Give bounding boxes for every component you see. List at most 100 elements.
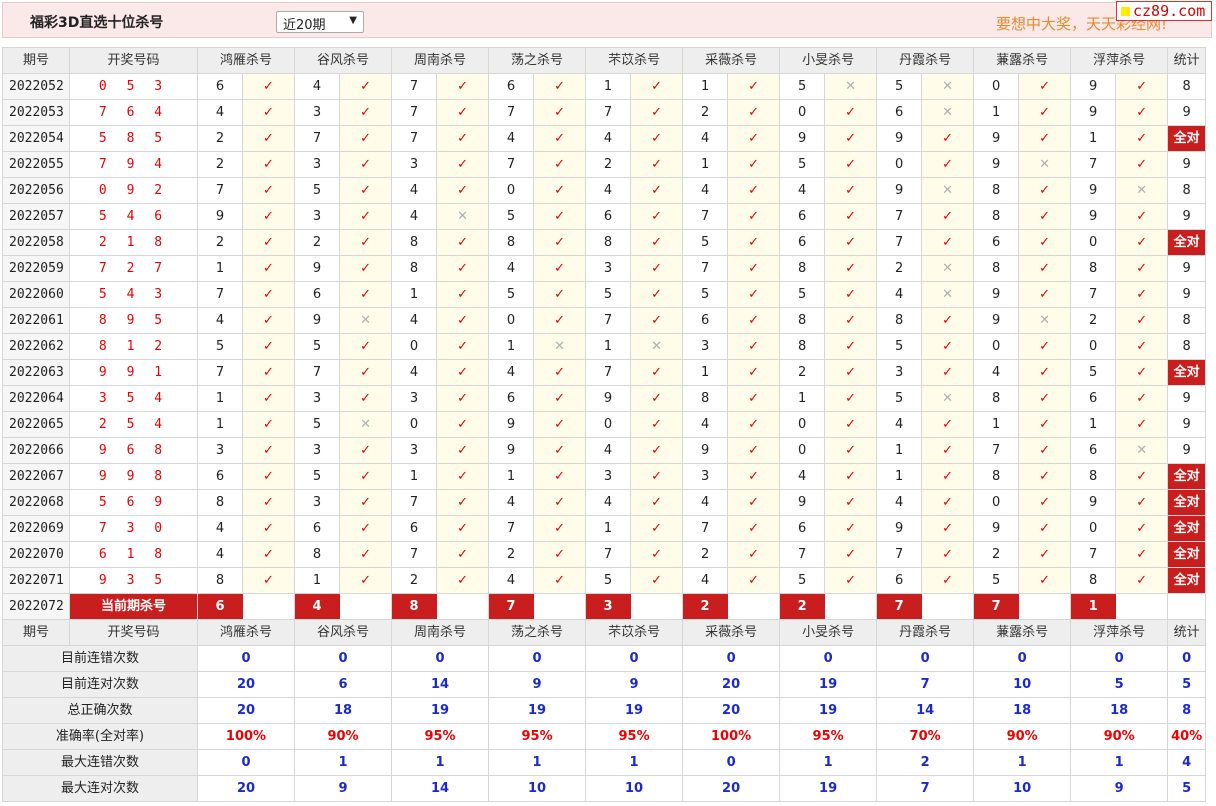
kill-number-cell: 9	[585, 385, 632, 412]
kill-number-cell: 1	[779, 385, 826, 412]
kill-number-cell: 9	[1070, 73, 1117, 100]
check-icon: ✓	[1018, 177, 1072, 204]
kill-number-cell: 6	[779, 515, 826, 542]
kill-number-cell: 2	[682, 541, 729, 568]
table-row: 2022060 5 4 3 7 ✓ 6 ✓ 1 ✓ 5 ✓ 5 ✓ 5 ✓ 5 ✓ 4 ✕ 9 ✓ 7 ✓ 9	[2, 281, 1207, 308]
check-icon: ✓	[533, 281, 587, 308]
check-icon: ✓	[436, 463, 490, 490]
check-icon: ✓	[921, 515, 975, 542]
check-icon: ✓	[921, 333, 975, 360]
winning-number-cell: 5 8 5	[69, 125, 198, 152]
check-icon: ✓	[533, 385, 587, 412]
check-icon: ✓	[339, 489, 393, 516]
kill-number-cell: 0	[391, 411, 438, 438]
period-range-select[interactable]: 近20期 ▼	[276, 11, 364, 33]
stats-label: 最大连错次数	[2, 749, 198, 776]
cross-icon: ✕	[533, 333, 587, 360]
kill-number-cell: 6	[197, 73, 243, 100]
kill-number-cell: 4	[197, 515, 243, 542]
check-icon: ✓	[436, 489, 490, 516]
top-bar: 福彩3D直选十位杀号 近20期 ▼ 要想中大奖，天天彩经网!	[2, 2, 1212, 38]
check-icon: ✓	[1018, 73, 1072, 100]
check-icon: ✓	[727, 463, 781, 490]
check-icon: ✓	[921, 359, 975, 386]
check-icon: ✓	[727, 229, 781, 256]
cross-icon: ✕	[630, 333, 684, 360]
check-icon: ✓	[241, 541, 296, 568]
all-correct-badge: 全对	[1167, 541, 1207, 568]
stats-value: 90%	[294, 723, 393, 750]
check-icon: ✓	[921, 307, 975, 334]
check-icon: ✓	[824, 281, 878, 308]
kill-number-cell: 2	[197, 229, 243, 256]
kill-number-cell: 0	[973, 333, 1020, 360]
cross-icon: ✕	[1115, 177, 1169, 204]
current-kill-number: 7	[973, 593, 1020, 620]
check-icon: ✓	[630, 359, 684, 386]
kill-number-cell: 7	[391, 73, 438, 100]
kill-number-cell: 8	[197, 489, 243, 516]
table-row: 2022059 7 2 7 1 ✓ 9 ✓ 8 ✓ 4 ✓ 3 ✓ 7 ✓ 8 ✓ 2 ✕ 8 ✓ 8 ✓ 9	[2, 255, 1207, 282]
check-icon: ✓	[241, 515, 296, 542]
period-range-value: 近20期	[283, 18, 326, 33]
check-icon: ✓	[533, 73, 587, 100]
stats-label: 准确率(全对率)	[2, 723, 198, 750]
check-icon: ✓	[339, 151, 393, 178]
kill-number-cell: 4	[488, 359, 535, 386]
check-icon: ✓	[1115, 411, 1169, 438]
check-icon: ✓	[241, 567, 296, 594]
kill-number-cell: 8	[876, 307, 923, 334]
kill-number-cell: 8	[779, 255, 826, 282]
table-row: 2022069 7 3 0 4 ✓ 6 ✓ 6 ✓ 7 ✓ 1 ✓ 7 ✓ 6 ✓ 9 ✓ 9 ✓ 0 ✓ 全对	[2, 515, 1207, 542]
check-icon: ✓	[921, 411, 975, 438]
kill-number-cell: 5	[876, 73, 923, 100]
site-logo[interactable]: cz89.com	[1116, 1, 1213, 21]
stat-cell: 8	[1167, 307, 1207, 334]
stats-value: 95%	[391, 723, 490, 750]
kill-number-cell: 4	[779, 463, 826, 490]
kill-number-cell: 3	[682, 463, 729, 490]
cross-icon: ✕	[1018, 151, 1072, 178]
kill-number-cell: 9	[1070, 99, 1117, 126]
kill-number-cell: 7	[197, 177, 243, 204]
kill-number-cell: 9	[1070, 203, 1117, 230]
stats-value: 19	[488, 697, 587, 724]
kill-number-cell: 7	[682, 203, 729, 230]
stats-total: 5	[1167, 671, 1207, 698]
col-header-expert: 采薇杀号	[682, 619, 781, 646]
kill-number-cell: 3	[391, 437, 438, 464]
winning-number-cell: 8 9 5	[69, 307, 198, 334]
check-icon: ✓	[436, 333, 490, 360]
stats-value: 9	[1070, 775, 1169, 802]
check-icon: ✓	[727, 73, 781, 100]
check-icon: ✓	[727, 307, 781, 334]
kill-number-cell: 5	[779, 151, 826, 178]
stats-total: 4	[1167, 749, 1207, 776]
all-correct-badge: 全对	[1167, 229, 1207, 256]
check-icon: ✓	[824, 255, 878, 282]
check-icon: ✓	[436, 359, 490, 386]
kill-number-cell: 0	[779, 411, 826, 438]
stats-value: 0	[196, 749, 296, 776]
stats-row: 目前连对次数 20 6 14 9 9 20 19 7 10 5 5	[2, 671, 1207, 698]
all-correct-badge: 全对	[1167, 567, 1207, 594]
cross-icon: ✕	[1115, 437, 1169, 464]
kill-number-cell: 7	[876, 229, 923, 256]
winning-number-cell: 9 6 8	[69, 437, 198, 464]
period-cell: 2022070	[2, 541, 70, 568]
all-correct-badge: 全对	[1167, 359, 1207, 386]
check-icon: ✓	[241, 177, 296, 204]
period-cell: 2022060	[2, 281, 70, 308]
check-icon: ✓	[1115, 281, 1169, 308]
check-icon: ✓	[241, 73, 296, 100]
kill-number-cell: 1	[488, 463, 535, 490]
check-icon: ✓	[1115, 515, 1169, 542]
check-icon: ✓	[533, 567, 587, 594]
kill-number-cell: 6	[197, 463, 243, 490]
check-icon: ✓	[436, 307, 490, 334]
stats-value: 20	[682, 671, 781, 698]
stats-value: 1	[779, 749, 878, 776]
check-icon: ✓	[339, 515, 393, 542]
col-header-expert: 谷风杀号	[294, 47, 393, 74]
kill-number-cell: 2	[197, 151, 243, 178]
